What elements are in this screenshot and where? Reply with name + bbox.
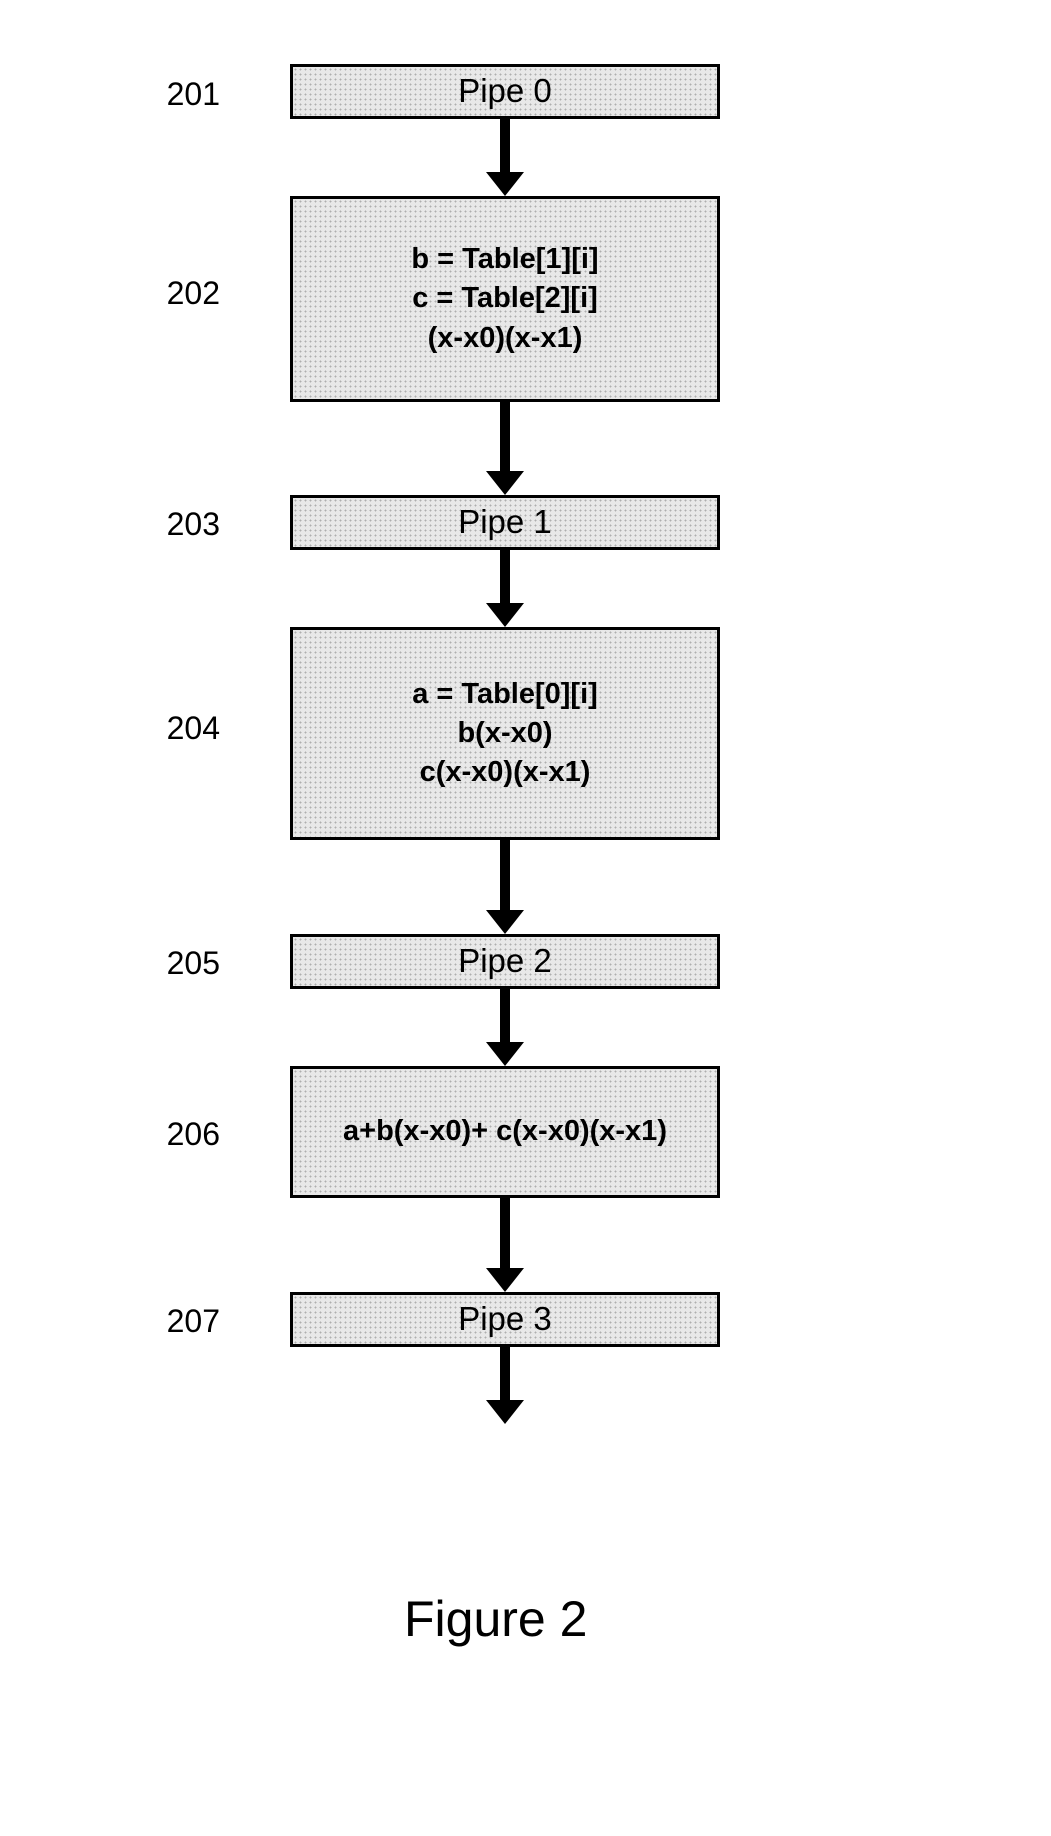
stage202-line1: b = Table[1][i]	[411, 240, 598, 279]
diagram-canvas: 201 Pipe 0 202 b = Table[1][i] c = Table…	[0, 0, 1051, 1836]
box-stage-204: a = Table[0][i] b(x-x0) c(x-x0)(x-x1)	[290, 627, 720, 840]
arrow-203-204	[485, 550, 525, 627]
label-205: 205	[140, 945, 220, 982]
pipe2-text: Pipe 2	[458, 943, 552, 979]
stage204-line1: a = Table[0][i]	[412, 675, 598, 714]
arrow-207-out	[485, 1347, 525, 1424]
arrow-206-207	[485, 1198, 525, 1292]
label-201: 201	[140, 76, 220, 113]
label-206: 206	[140, 1116, 220, 1153]
box-stage-206: a+b(x-x0)+ c(x-x0)(x-x1)	[290, 1066, 720, 1198]
box-pipe-2: Pipe 2	[290, 934, 720, 989]
label-202: 202	[140, 275, 220, 312]
arrow-201-202	[485, 119, 525, 196]
arrow-204-205	[485, 840, 525, 934]
label-204: 204	[140, 710, 220, 747]
box-pipe-0: Pipe 0	[290, 64, 720, 119]
stage204-line2: b(x-x0)	[457, 714, 552, 753]
stage206-line1: a+b(x-x0)+ c(x-x0)(x-x1)	[343, 1112, 667, 1151]
arrow-205-206	[485, 989, 525, 1066]
pipe3-text: Pipe 3	[458, 1301, 552, 1337]
label-207: 207	[140, 1303, 220, 1340]
stage202-line3: (x-x0)(x-x1)	[428, 319, 583, 358]
box-stage-202: b = Table[1][i] c = Table[2][i] (x-x0)(x…	[290, 196, 720, 402]
pipe1-text: Pipe 1	[458, 504, 552, 540]
box-pipe-3: Pipe 3	[290, 1292, 720, 1347]
stage204-line3: c(x-x0)(x-x1)	[420, 753, 591, 792]
label-203: 203	[140, 506, 220, 543]
arrow-202-203	[485, 402, 525, 495]
pipe0-text: Pipe 0	[458, 73, 552, 109]
stage202-line2: c = Table[2][i]	[412, 279, 598, 318]
box-pipe-1: Pipe 1	[290, 495, 720, 550]
figure-caption: Figure 2	[404, 1590, 587, 1648]
